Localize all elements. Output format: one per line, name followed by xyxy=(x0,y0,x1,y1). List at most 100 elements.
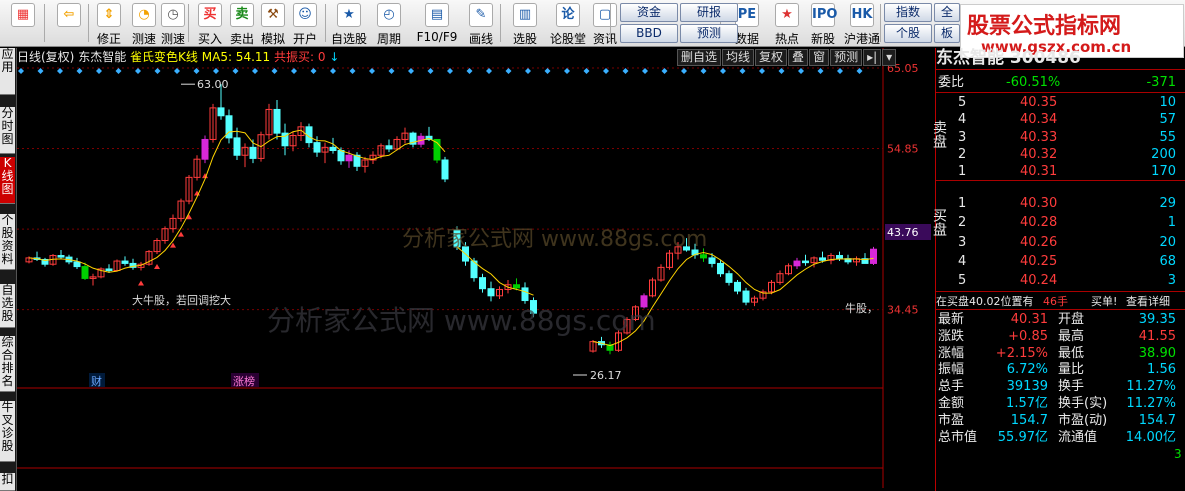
sell-button[interactable]: 卖卖出 xyxy=(227,2,257,46)
speed-test-icon: ◔ xyxy=(132,3,156,27)
zijin-button[interactable]: 资金 xyxy=(620,3,678,22)
tab-stock-info[interactable]: 个股资料 xyxy=(0,214,15,270)
adjust-button[interactable]: 复权 xyxy=(755,49,788,66)
watermark-2: 分析家公式网 www.88gs.com xyxy=(267,304,656,337)
stock-button[interactable]: 个股 xyxy=(884,24,932,43)
grid-button[interactable]: ▦ xyxy=(6,2,40,45)
forum-button[interactable]: 论论股堂 xyxy=(548,2,588,46)
weibi-label: 委比 xyxy=(938,75,965,90)
up-down-arrows-button[interactable]: ⇕ 修正 xyxy=(92,2,126,46)
person-button[interactable]: ☺ 开户 xyxy=(290,2,320,46)
candle-body xyxy=(345,154,353,162)
quote-row: 金额 1.57亿 换手(实) 11.27% xyxy=(936,395,1176,412)
tab-ranking[interactable]: 综合排名 xyxy=(0,336,15,392)
all-button[interactable]: 全 xyxy=(934,3,960,22)
tab-more[interactable]: 扣 xyxy=(0,473,15,491)
candle-body xyxy=(385,145,393,150)
signal-diamond xyxy=(739,68,746,74)
stat-label: 最新 xyxy=(938,312,965,327)
arrow-right-icon[interactable]: ▸| xyxy=(863,49,882,66)
forecast-button[interactable]: 预测 xyxy=(680,24,738,43)
person-icon: ☺ xyxy=(293,3,317,27)
quote-row: 最新 40.31 开盘 39.35 xyxy=(936,311,1176,328)
tab-watchlist[interactable]: 自选股 xyxy=(0,284,15,328)
window-button[interactable]: 窗 xyxy=(809,49,830,66)
period-label[interactable]: 日线(复权) xyxy=(17,50,74,64)
pull-down-icon[interactable]: ↓ xyxy=(329,50,339,64)
ma-button[interactable]: 均线 xyxy=(722,49,755,66)
price: 40.33 xyxy=(1020,129,1058,145)
price: 40.28 xyxy=(1020,215,1058,231)
stat-label: 量比 xyxy=(1058,362,1085,378)
bbd-button[interactable]: BBD xyxy=(620,24,678,43)
toolbar-separator xyxy=(325,4,326,42)
pencil-button[interactable]: ✎ 画线 xyxy=(462,2,500,46)
ipo-button[interactable]: IPO 新股 xyxy=(806,2,840,46)
hot-button[interactable]: ★ 热点 xyxy=(770,2,804,46)
sector-button[interactable]: 板 xyxy=(934,24,960,43)
remove-watchlist-button[interactable]: 删自选 xyxy=(677,49,722,66)
sse-hke-button[interactable]: HK 沪港通 xyxy=(840,2,884,46)
candle-body xyxy=(57,255,65,258)
candle-body xyxy=(870,248,877,264)
current-price-tag: 43.76 xyxy=(887,226,919,239)
stat-label: 换手 xyxy=(1058,379,1085,395)
low-label: 26.17 xyxy=(590,369,622,382)
news-button[interactable]: ▢ 资讯 xyxy=(590,2,620,46)
toolbar-separator xyxy=(188,4,189,42)
research-report-button[interactable]: 研报 xyxy=(680,3,738,22)
quote-row: 市盈 154.7 市盈(动) 154.7 xyxy=(936,412,1176,429)
kline-chart[interactable]: 分析家公式网 www.88gs.com 分析家公式网 www.88gs.com … xyxy=(17,48,933,488)
toolbar-label: 新股 xyxy=(810,32,835,46)
select-stock-button[interactable]: ▥ 选股 xyxy=(506,2,544,46)
signal-diamond xyxy=(37,68,44,74)
forum-icon: 论 xyxy=(556,3,580,27)
candle-body xyxy=(487,288,495,297)
f10-button[interactable]: ▤ F10/F9 xyxy=(415,2,459,45)
level: 5 xyxy=(958,273,967,289)
toolbar-label: 周期 xyxy=(376,32,401,46)
speed-test-button[interactable]: ◔ 测速 xyxy=(130,2,158,46)
signal-diamond xyxy=(427,68,434,74)
star-folder-button[interactable]: ★ 自选股 xyxy=(330,2,368,46)
toolbar-label: 自选股 xyxy=(330,32,367,46)
toolbar-label: 修正 xyxy=(96,32,121,46)
clock-period-button[interactable]: ◴ 周期 xyxy=(370,2,408,46)
stat-value: 41.55 xyxy=(1138,328,1176,344)
forecast-chart-button[interactable]: 预测 xyxy=(830,49,863,66)
tab-intraday[interactable]: 分时图 xyxy=(0,107,15,154)
candle-body xyxy=(329,146,337,152)
overlay-button[interactable]: 叠 xyxy=(788,49,809,66)
candle-body xyxy=(742,290,750,303)
buy-button[interactable]: 买买入 xyxy=(195,2,225,46)
signal-diamond xyxy=(603,68,609,74)
inbook-detail-link[interactable]: 查看详细 xyxy=(1126,293,1170,310)
tab-app[interactable]: 应用 xyxy=(0,48,15,95)
signal-diamond xyxy=(330,68,336,74)
back-arrow-button[interactable]: ⇦ xyxy=(52,2,86,45)
chevron-down-icon[interactable]: ▾ xyxy=(882,49,897,66)
level: 5 xyxy=(958,95,967,110)
signal-diamond xyxy=(798,68,804,74)
sse-hke-icon: HK xyxy=(850,3,874,27)
volume: 20 xyxy=(1159,234,1176,250)
tab-niuchazhen[interactable]: 牛叉诊股 xyxy=(0,401,15,462)
toolbar-label: 卖出 xyxy=(229,32,254,46)
candle-body xyxy=(708,257,716,264)
candle-body xyxy=(819,257,826,261)
gavel-button[interactable]: ⚒ 模拟 xyxy=(258,2,288,46)
volume: 170 xyxy=(1151,164,1176,180)
signal-diamond xyxy=(583,68,590,74)
stat-label: 振幅 xyxy=(938,362,965,378)
tab-kline[interactable]: K线图 xyxy=(0,157,15,204)
volume: 200 xyxy=(1151,146,1176,162)
price: 40.34 xyxy=(1020,112,1058,128)
signal-diamond xyxy=(622,68,629,74)
clock-button[interactable]: ◷ 测速 xyxy=(158,2,188,46)
volume: 29 xyxy=(1159,196,1176,211)
quote-row: 2 40.28 1 xyxy=(936,214,1176,231)
index-button[interactable]: 指数 xyxy=(884,3,932,22)
badge-zhang: 涨榜 xyxy=(233,374,255,388)
indicator-name[interactable]: 雀氏变色K线 xyxy=(130,50,198,64)
signal-diamond xyxy=(115,68,122,74)
